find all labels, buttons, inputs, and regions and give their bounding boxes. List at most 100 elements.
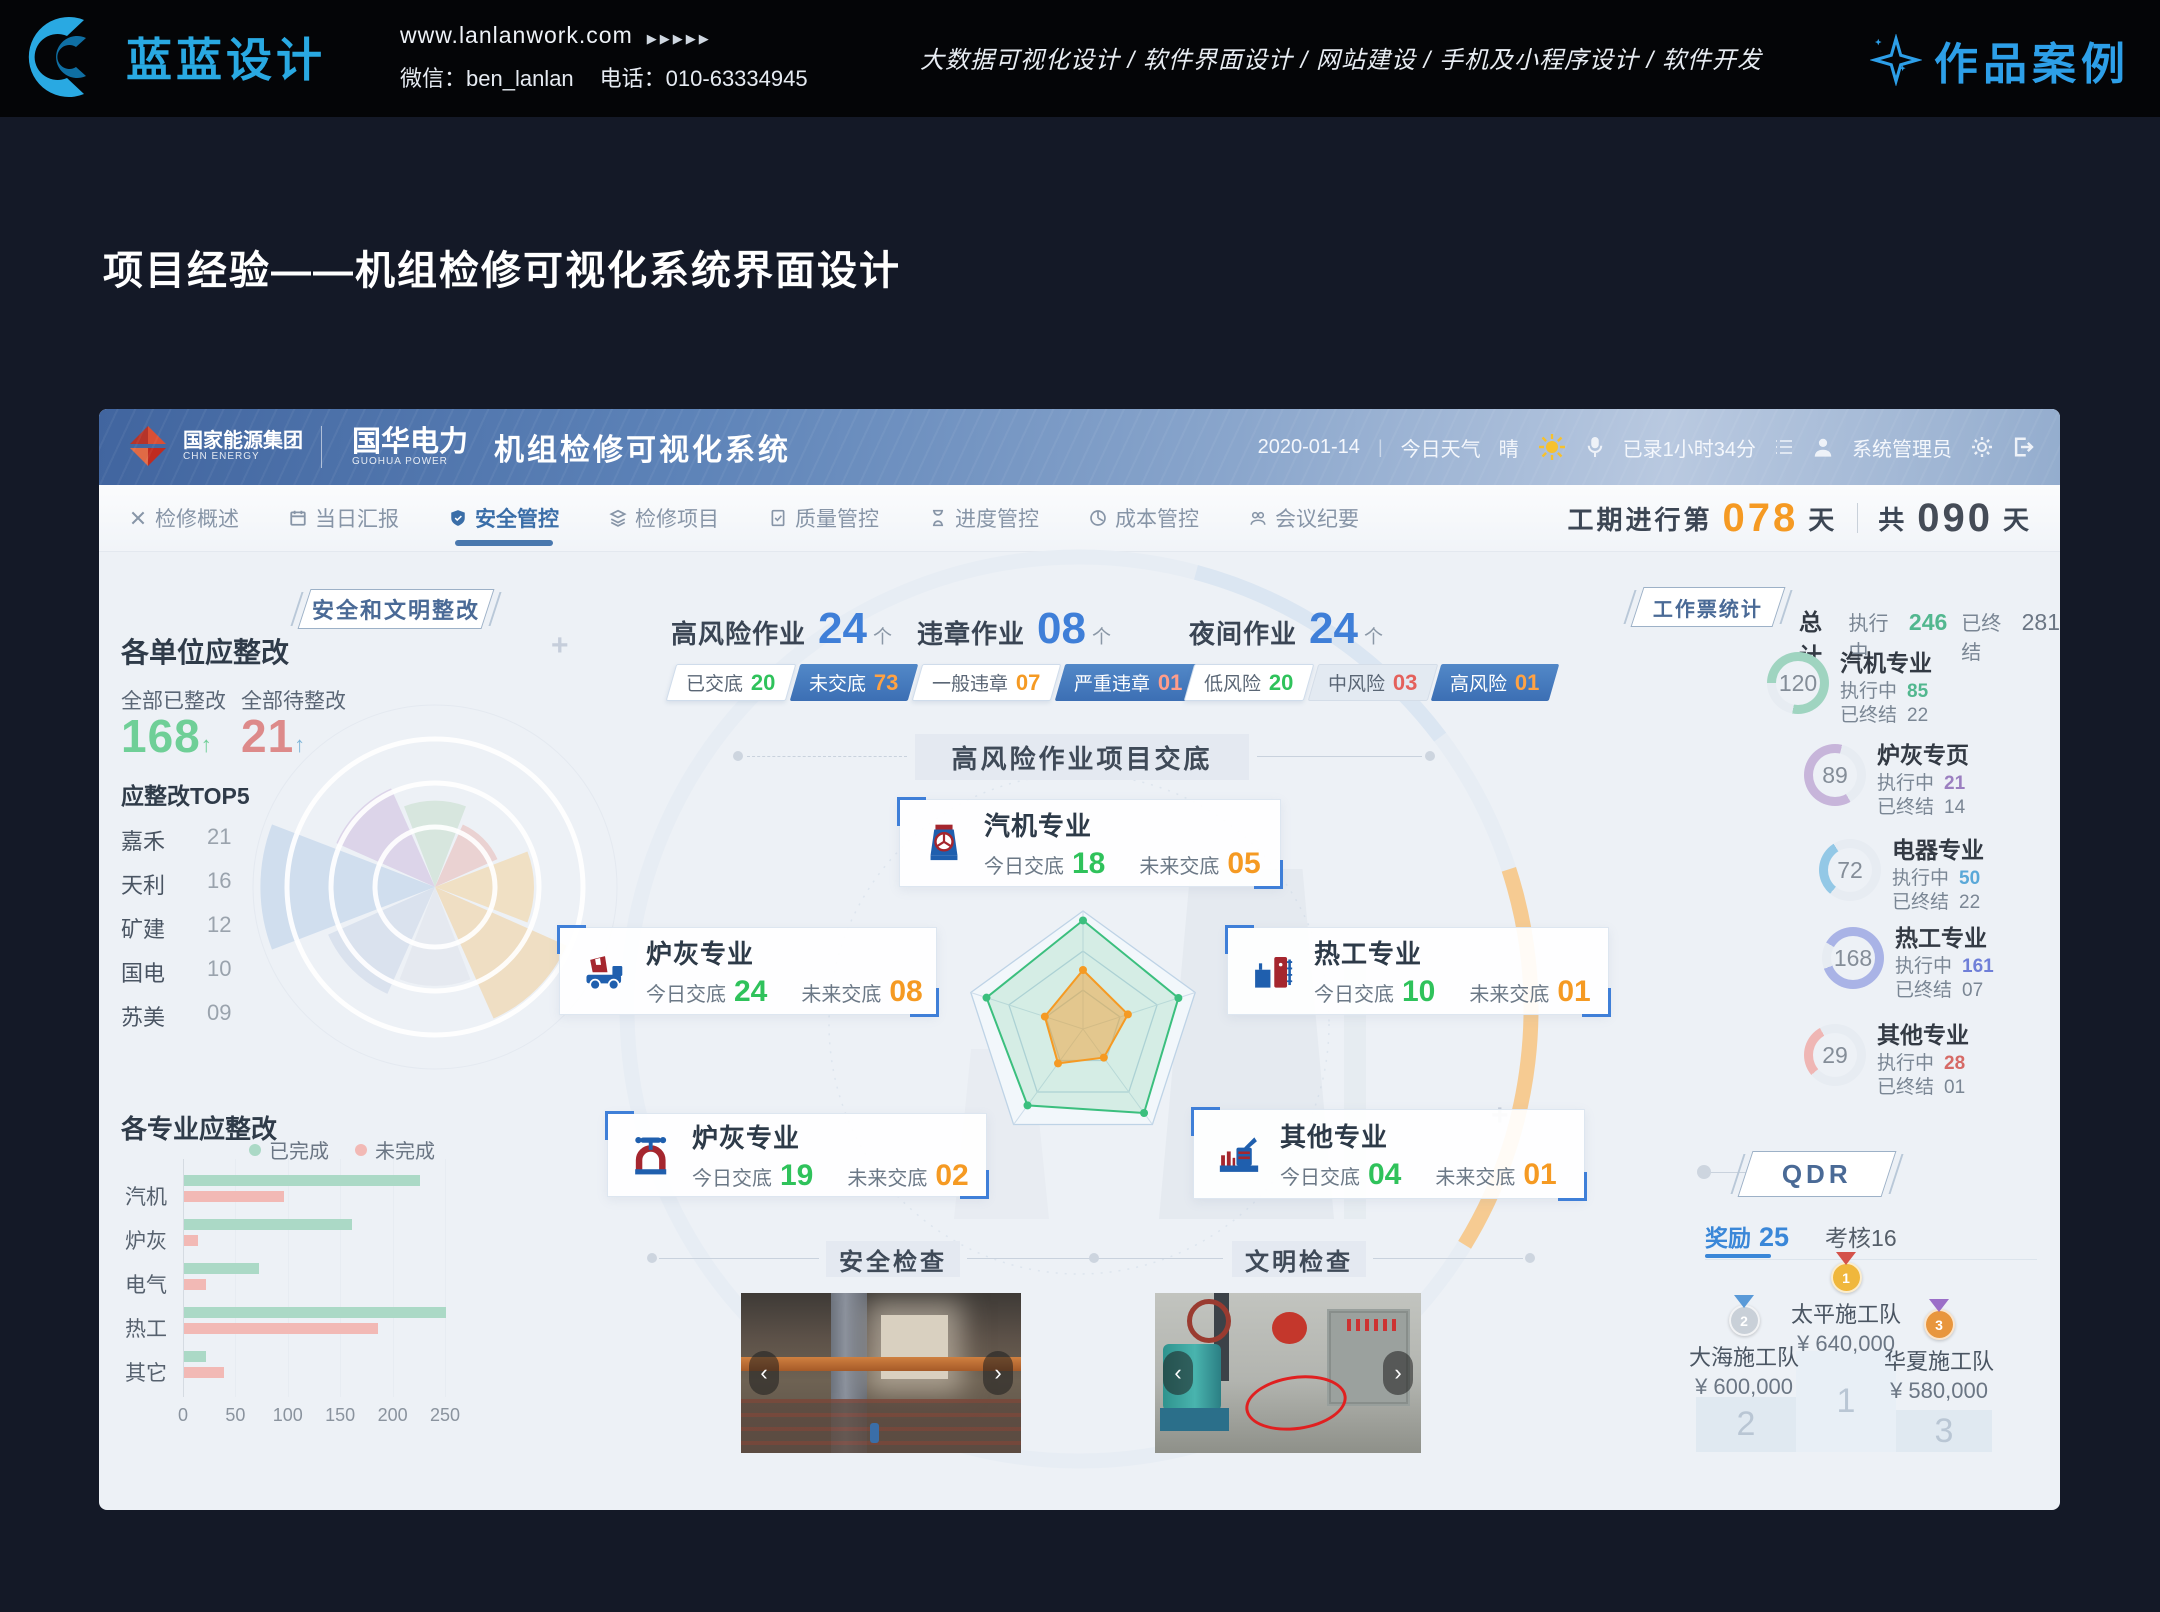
plus-decor: + bbox=[551, 629, 569, 663]
top5-value: 12 bbox=[207, 912, 231, 938]
safety-check-photo: ‹ › bbox=[741, 1293, 1021, 1453]
connector-line bbox=[1257, 756, 1422, 757]
running-value: 21 bbox=[1944, 772, 1965, 796]
closed-label: 已终结 bbox=[1877, 1076, 1934, 1100]
segment-value: 03 bbox=[1393, 670, 1417, 696]
carousel-prev-button[interactable]: ‹ bbox=[1163, 1351, 1193, 1395]
carousel-prev-button[interactable]: ‹ bbox=[749, 1351, 779, 1395]
qdr-tab-reward[interactable]: 奖励25 bbox=[1705, 1219, 1789, 1253]
silver-medal-icon: 2 bbox=[1729, 1295, 1760, 1336]
header-right: 2020-01-14 | 今日天气 晴 已录1小时34分 系统管理员 bbox=[1258, 432, 2034, 462]
bar-未完成 bbox=[184, 1323, 378, 1334]
bar-已完成 bbox=[184, 1175, 420, 1186]
legend-dot bbox=[355, 1144, 367, 1156]
briefing-card-turbine[interactable]: 汽机专业 今日交底18 未来交底05 bbox=[899, 799, 1281, 887]
card-title: 其他专业 bbox=[1280, 1117, 1557, 1154]
donut-closed-row: 已终结22 bbox=[1840, 704, 1932, 728]
ticket-donut: 29 bbox=[1804, 1024, 1866, 1086]
donut-text-block: 其他专业执行中28已终结01 bbox=[1877, 1021, 1969, 1099]
tab-projects[interactable]: 检修项目 bbox=[609, 485, 719, 551]
gold-medal-icon: 1 bbox=[1831, 1252, 1862, 1293]
boiler-icon bbox=[1250, 949, 1296, 993]
briefing-card-mixer[interactable]: 炉灰专业 今日交底24 未来交底08 bbox=[559, 927, 937, 1015]
stat-ribbon: 低风险20中风险03高风险01 bbox=[1189, 664, 1558, 701]
completed-value: 168↑ bbox=[121, 709, 213, 763]
briefing-radar-chart bbox=[938, 889, 1228, 1174]
segment-label: 已交底 bbox=[686, 669, 743, 696]
stat-value: 24 bbox=[818, 604, 867, 654]
dashboard-screenshot: 国家能源集团 CHN ENERGY 国华电力 GUOHUA POWER 机组检修… bbox=[99, 409, 2060, 1510]
briefing-card-plant[interactable]: 其他专业 今日交底04 未来交底01 bbox=[1193, 1109, 1585, 1199]
qdr-badge: QDR bbox=[1738, 1151, 1897, 1197]
briefing-badge: 高风险作业项目交底 bbox=[915, 734, 1249, 780]
stat-value: 08 bbox=[1037, 604, 1086, 654]
bar-已完成 bbox=[184, 1351, 206, 1362]
nav-bar: 检修概述 当日汇报 安全管控 检修项目 质量管控 进度管控 成本管控 会议纪要 … bbox=[99, 485, 2060, 552]
units-rectify-title: 各单位应整改 bbox=[121, 631, 289, 671]
tab-safety-control[interactable]: 安全管控 bbox=[449, 485, 559, 551]
stat-unit: 个 bbox=[1092, 622, 1111, 649]
connector-line bbox=[1373, 1258, 1523, 1259]
gear-icon[interactable] bbox=[1970, 435, 1994, 459]
ribbon-segment: 一般违章07 bbox=[912, 664, 1061, 701]
connector-line bbox=[747, 756, 907, 757]
portfolio-link[interactable]: 作品案例 bbox=[1870, 28, 2130, 92]
tab-progress[interactable]: 进度管控 bbox=[929, 485, 1039, 551]
qdr-tab-assess[interactable]: 考核16 bbox=[1825, 1219, 1897, 1253]
sparkle-star-icon bbox=[1870, 34, 1922, 86]
stat-group: 违章作业08个一般违章07严重违章01 bbox=[917, 604, 1200, 701]
user-name[interactable]: 系统管理员 bbox=[1852, 433, 1952, 462]
briefing-card-boiler[interactable]: 热工专业 今日交底10 未来交底01 bbox=[1227, 927, 1609, 1015]
connector-dot bbox=[1697, 1165, 1711, 1179]
donut-total: 120 bbox=[1767, 652, 1829, 714]
bar-已完成 bbox=[184, 1219, 352, 1230]
mic-icon[interactable] bbox=[1585, 435, 1605, 459]
carousel-next-button[interactable]: › bbox=[1383, 1351, 1413, 1395]
carousel-next-button[interactable]: › bbox=[983, 1351, 1013, 1395]
stat-group: 高风险作业24个已交底20未交底73 bbox=[671, 604, 916, 701]
ribbon-segment: 已交底20 bbox=[666, 664, 796, 701]
tab-quality[interactable]: 质量管控 bbox=[769, 485, 879, 551]
segment-value: 20 bbox=[1269, 670, 1293, 696]
running-label: 执行中 bbox=[1877, 1052, 1934, 1076]
valve-icon bbox=[630, 1134, 674, 1176]
tab-cost[interactable]: 成本管控 bbox=[1089, 485, 1199, 551]
photo-scaffold bbox=[741, 1399, 1021, 1453]
safety-check-badge: 安全检查 bbox=[826, 1241, 960, 1277]
stat-label: 夜间作业 bbox=[1189, 614, 1297, 651]
logout-icon[interactable] bbox=[2012, 436, 2034, 458]
tab-overview[interactable]: 检修概述 bbox=[129, 485, 239, 551]
podium-block-1: 1 bbox=[1796, 1351, 1896, 1452]
briefing-card-valve[interactable]: 炉灰专业 今日交底19 未来交底02 bbox=[607, 1113, 987, 1197]
site-header: 蓝蓝设计 www.lanlanwork.com▶▶▶▶▶ 微信：ben_lanl… bbox=[0, 0, 2160, 117]
site-logo[interactable]: 蓝蓝设计 bbox=[20, 14, 326, 100]
top5-value: 21 bbox=[207, 824, 231, 850]
donut-text-block: 炉灰专页执行中21已终结14 bbox=[1877, 741, 1969, 819]
website-line[interactable]: www.lanlanwork.com▶▶▶▶▶ bbox=[400, 22, 834, 49]
photo-beam bbox=[741, 1357, 1021, 1371]
card-title: 炉灰专业 bbox=[646, 934, 923, 971]
ribbon-segment: 中风险03 bbox=[1307, 664, 1437, 701]
ticket-donut: 89 bbox=[1804, 744, 1866, 806]
x-tick-label: 50 bbox=[215, 1405, 255, 1426]
connector-dot bbox=[647, 1253, 657, 1263]
ribbon-segment: 未交底73 bbox=[789, 664, 917, 701]
header-divider bbox=[321, 426, 322, 468]
tab-meeting[interactable]: 会议纪要 bbox=[1249, 485, 1359, 551]
running-value: 161 bbox=[1962, 955, 1994, 979]
podium-block-2: 2 bbox=[1696, 1397, 1796, 1452]
connector-dot bbox=[1425, 751, 1435, 761]
x-tick-label: 0 bbox=[163, 1405, 203, 1426]
tab-daily-report[interactable]: 当日汇报 bbox=[289, 485, 399, 551]
donut-running-row: 执行中28 bbox=[1877, 1052, 1969, 1076]
stat-unit: 个 bbox=[1364, 622, 1383, 649]
org-company-block: 国华电力 GUOHUA POWER bbox=[352, 427, 468, 468]
ribbon-segment: 严重违章01 bbox=[1054, 664, 1201, 701]
civilized-check-photo: ‹ › bbox=[1155, 1293, 1421, 1453]
portfolio-label: 作品案例 bbox=[1934, 28, 2130, 92]
podium-team-3: 3 华夏施工队 ¥ 580,000 bbox=[1884, 1299, 1994, 1404]
bronze-medal-icon: 3 bbox=[1924, 1299, 1955, 1340]
donut-running-row: 执行中161 bbox=[1895, 955, 1994, 979]
donut-title: 电器专业 bbox=[1892, 836, 1984, 865]
list-icon[interactable] bbox=[1774, 438, 1794, 456]
